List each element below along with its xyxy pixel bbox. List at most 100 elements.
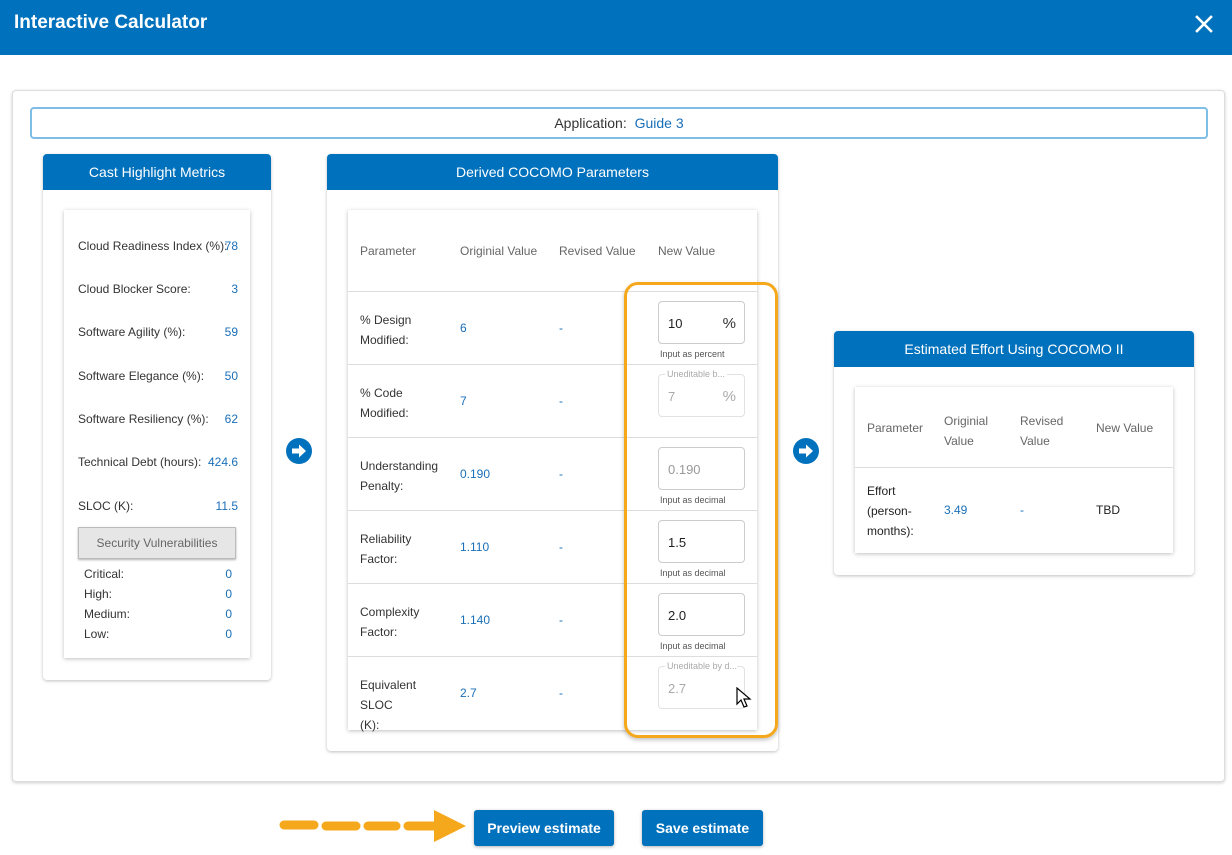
- parameter-name: Complexity Factor:: [360, 605, 420, 639]
- equivalent-sloc-input-disabled: Uneditable by d... 2.7: [658, 661, 745, 709]
- understanding-penalty-input[interactable]: 0.190: [658, 447, 745, 490]
- application-label: Application:: [554, 115, 627, 131]
- parameter-name: Understanding Penalty:: [360, 459, 439, 493]
- input-hint: Input as decimal: [660, 641, 726, 651]
- dialog-titlebar: Interactive Calculator: [0, 0, 1232, 55]
- effort-table: Parameter Originial Value Revised Value Ne…: [855, 387, 1173, 553]
- dashed-arrow-annotation-icon: [279, 810, 466, 842]
- column-header-revised: Revised Value: [559, 244, 636, 258]
- metric-value: 50: [224, 369, 238, 383]
- input-value: 2.0: [668, 608, 687, 623]
- parameter-name: Reliability Factor:: [360, 532, 412, 566]
- dialog-title: Interactive Calculator: [14, 12, 208, 33]
- arrow-right-circle-icon: [286, 438, 312, 464]
- original-value: 7: [460, 394, 467, 408]
- application-name: Guide 3: [634, 115, 684, 131]
- vuln-low: Low: 0: [84, 627, 232, 641]
- revised-value: -: [559, 540, 563, 554]
- metric-software-resiliency: Software Resiliency (%): 62: [78, 412, 238, 426]
- metric-value: 59: [224, 325, 238, 339]
- floating-label: Uneditable b...: [665, 369, 728, 379]
- design-modified-input[interactable]: 10%: [658, 301, 745, 344]
- estimated-effort-panel: Estimated Effort Using COCOMO II Paramet…: [834, 331, 1194, 575]
- security-vulnerabilities-button[interactable]: Security Vulnerabilities: [78, 527, 236, 559]
- column-header-original: Originial Value: [460, 244, 538, 258]
- input-value: 7: [668, 389, 676, 404]
- metric-label: Software Resiliency (%):: [78, 412, 209, 426]
- input-value: 1.5: [668, 535, 687, 550]
- metric-technical-debt: Technical Debt (hours): 424.6: [78, 455, 238, 469]
- input-value: 2.7: [668, 681, 687, 696]
- column-header-original: Originial Value: [944, 414, 989, 448]
- column-header-parameter: Parameter: [867, 421, 924, 435]
- input-hint: Input as decimal: [660, 568, 726, 578]
- cast-highlight-metrics-panel: Cast Highlight Metrics Cloud Readiness I…: [43, 154, 271, 680]
- metric-label: Software Agility (%):: [78, 325, 186, 339]
- derived-cocomo-parameters-panel: Derived COCOMO Parameters Parameter Orig…: [327, 154, 778, 751]
- parameter-name: % Code Modified:: [360, 386, 409, 420]
- close-icon[interactable]: [1192, 12, 1216, 36]
- metric-label: SLOC (K):: [78, 499, 134, 513]
- metric-value: 3: [231, 282, 238, 296]
- input-placeholder: 0.190: [668, 462, 701, 477]
- original-value: 0.190: [460, 467, 491, 481]
- percent-suffix: %: [722, 388, 736, 405]
- input-value: 10: [668, 316, 683, 331]
- vuln-label: High:: [84, 587, 113, 601]
- vuln-value: 0: [225, 587, 232, 601]
- metric-label: Cloud Blocker Score:: [78, 282, 191, 296]
- metric-software-agility: Software Agility (%): 59: [78, 325, 238, 339]
- percent-suffix: %: [722, 315, 736, 332]
- metric-sloc: SLOC (K): 11.5: [78, 499, 238, 513]
- metric-value: 424.6: [207, 455, 238, 469]
- parameter-name: Equivalent SLOC (K):: [360, 678, 417, 732]
- metric-cloud-blocker: Cloud Blocker Score: 3: [78, 282, 238, 296]
- preview-estimate-button[interactable]: Preview estimate: [474, 810, 614, 846]
- panel-title: Cast Highlight Metrics: [43, 154, 271, 190]
- original-value: 2.7: [460, 686, 477, 700]
- parameter-name: % Design Modified:: [360, 313, 412, 347]
- vuln-value: 0: [225, 567, 232, 581]
- vuln-label: Low:: [84, 627, 110, 641]
- reliability-factor-input[interactable]: 1.5: [658, 520, 745, 563]
- original-value: 3.49: [944, 503, 968, 517]
- metric-label: Software Elegance (%):: [78, 369, 205, 383]
- metric-software-elegance: Software Elegance (%): 50: [78, 369, 238, 383]
- table-row-complexity-factor: Complexity Factor: 1.140 - 2.0 Input as d…: [348, 583, 757, 656]
- application-bar: Application: Guide 3: [30, 107, 1208, 139]
- vuln-label: Medium:: [84, 607, 131, 621]
- metrics-card: Cloud Readiness Index (%): 78 Cloud Block…: [64, 210, 250, 658]
- mouse-cursor-icon: [736, 687, 752, 708]
- new-value: TBD: [1096, 503, 1120, 517]
- table-row-reliability-factor: Reliability Factor: 1.110 - 1.5 Input as …: [348, 510, 757, 583]
- vuln-value: 0: [225, 607, 232, 621]
- table-row-effort: Effort (person-months): 3.49 - TBD: [855, 467, 1173, 553]
- vuln-medium: Medium: 0: [84, 607, 232, 621]
- original-value: 6: [460, 321, 467, 335]
- code-modified-input-disabled: Uneditable b... 7%: [658, 369, 745, 417]
- original-value: 1.140: [460, 613, 491, 627]
- revised-value: -: [559, 686, 563, 700]
- complexity-factor-input[interactable]: 2.0: [658, 593, 745, 636]
- revised-value: -: [559, 613, 563, 627]
- metric-label: Technical Debt (hours):: [78, 455, 202, 469]
- column-header-new-value: New Value: [658, 244, 716, 258]
- vuln-label: Critical:: [84, 567, 125, 581]
- metric-cloud-readiness: Cloud Readiness Index (%): 78: [78, 239, 238, 253]
- floating-label: Uneditable by d...: [665, 661, 737, 671]
- table-row-equivalent-sloc: Equivalent SLOC (K): 2.7 - Uneditable by …: [348, 656, 757, 732]
- column-header-revised: Revised Value: [1020, 414, 1064, 448]
- revised-value: -: [559, 394, 563, 408]
- metric-label: Cloud Readiness Index (%):: [78, 239, 228, 253]
- vuln-value: 0: [225, 627, 232, 641]
- revised-value: -: [559, 467, 563, 481]
- table-row-understanding-penalty: Understanding Penalty: 0.190 - 0.190 Inpu…: [348, 437, 757, 510]
- revised-value: -: [559, 321, 563, 335]
- input-hint: Input as decimal: [660, 495, 726, 505]
- cocomo-table: Parameter Originial Value Revised Value …: [348, 210, 757, 732]
- parameter-name: Effort (person-months):: [867, 484, 914, 538]
- save-estimate-button[interactable]: Save estimate: [642, 810, 763, 846]
- metric-value: 11.5: [215, 499, 238, 513]
- metric-value: 78: [224, 239, 238, 253]
- vuln-critical: Critical: 0: [84, 567, 232, 581]
